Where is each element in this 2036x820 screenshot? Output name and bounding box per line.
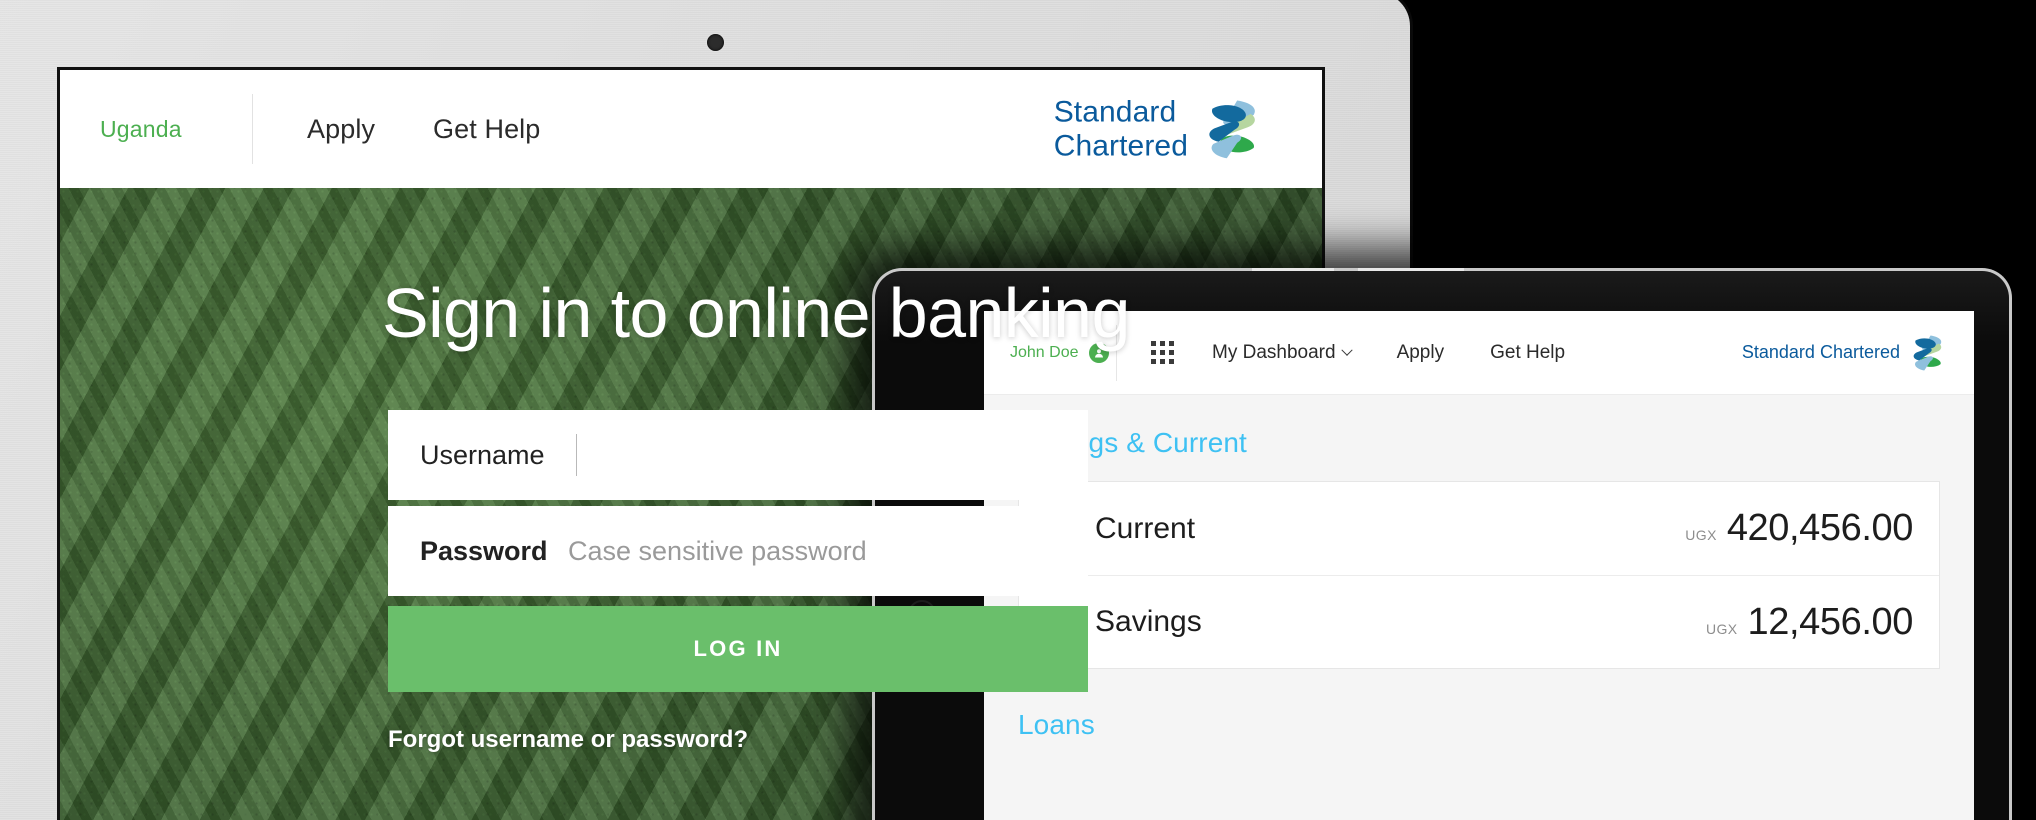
logo-wordmark: Standard Chartered — [1742, 342, 1900, 362]
nav-link-get-help[interactable]: Get Help — [433, 114, 540, 145]
dashboard-body: Savings & Current Current UGX 420,456.00… — [984, 395, 1974, 820]
login-button[interactable]: LOG IN — [388, 606, 1088, 692]
forgot-credentials-label: Forgot username or password? — [388, 726, 749, 753]
username-label: Username — [420, 439, 545, 470]
standard-chartered-ribbon-watermark-icon — [1227, 603, 1266, 654]
nav-link-apply[interactable]: Apply — [307, 114, 375, 145]
page-title: Sign in to online banking — [382, 274, 1130, 352]
account-row-current[interactable]: Current UGX 420,456.00 — [1019, 482, 1939, 575]
logo-wordmark: Standard Chartered — [1054, 95, 1188, 162]
standard-chartered-logo[interactable]: Standard Chartered — [1054, 95, 1266, 162]
password-label: Password — [420, 535, 548, 566]
username-field[interactable]: Username — [388, 410, 1088, 500]
apps-grid-icon[interactable] — [1151, 341, 1174, 364]
tablet-antenna-line-2 — [1358, 268, 1464, 271]
tablet-antenna-line-1 — [1252, 268, 1334, 271]
logo-line-1: Standard — [1741, 342, 1815, 363]
country-label: Uganda — [100, 115, 182, 142]
section-title-loans: Loans — [1018, 709, 1095, 740]
country-selector[interactable]: Uganda — [60, 116, 252, 143]
my-dashboard-label: My Dashboard — [1212, 341, 1336, 363]
standard-chartered-ribbon-icon — [1209, 100, 1255, 158]
balance-amount: 420,456.00 — [1726, 507, 1914, 549]
chevron-down-icon — [1340, 344, 1353, 356]
nav-link-apply[interactable]: Apply — [1397, 342, 1445, 364]
balance-amount: 12,456.00 — [1747, 600, 1914, 643]
logo-line-2: Chartered — [1819, 342, 1900, 363]
account-balance: UGX 420,456.00 — [1685, 507, 1913, 550]
password-field[interactable]: Password Case sensitive password — [388, 506, 1088, 596]
currency-code: UGX — [1685, 527, 1717, 543]
nav-link-get-help[interactable]: Get Help — [1490, 342, 1565, 364]
forgot-credentials-link[interactable]: Forgot username or password? — [388, 726, 1088, 754]
nav-item-my-dashboard[interactable]: My Dashboard — [1212, 341, 1353, 364]
tablet-screen: John Doe My Dashboard Apply Get Help Sta… — [984, 311, 1974, 820]
logo-line-1: Standard — [1053, 95, 1177, 129]
tablet-top-nav: John Doe My Dashboard Apply Get Help Sta… — [984, 311, 1974, 395]
tablet-nav-links: My Dashboard Apply Get Help — [1212, 342, 1565, 364]
laptop-nav-links: Apply Get Help — [253, 114, 540, 145]
standard-chartered-logo[interactable]: Standard Chartered — [1742, 333, 1948, 373]
login-form: Username Password Case sensitive passwor… — [388, 410, 1088, 754]
account-name: Savings — [1095, 605, 1202, 638]
standard-chartered-ribbon-icon — [1913, 335, 1942, 370]
password-placeholder: Case sensitive password — [568, 535, 867, 566]
screenshot-stage: Uganda Apply Get Help Standard Chartered — [0, 0, 2036, 820]
account-name: Current — [1095, 511, 1196, 545]
accounts-card: Current UGX 420,456.00 Savings UGX 12,45… — [1018, 481, 1940, 669]
account-row-savings[interactable]: Savings UGX 12,456.00 — [1019, 575, 1939, 668]
login-button-label: LOG IN — [693, 636, 783, 661]
currency-code: UGX — [1706, 620, 1738, 637]
laptop-camera-icon — [707, 34, 724, 51]
account-balance: UGX 12,456.00 — [1706, 601, 1913, 644]
laptop-top-nav: Uganda Apply Get Help Standard Chartered — [60, 70, 1322, 188]
logo-line-2: Chartered — [1053, 129, 1188, 162]
text-caret — [576, 434, 577, 476]
